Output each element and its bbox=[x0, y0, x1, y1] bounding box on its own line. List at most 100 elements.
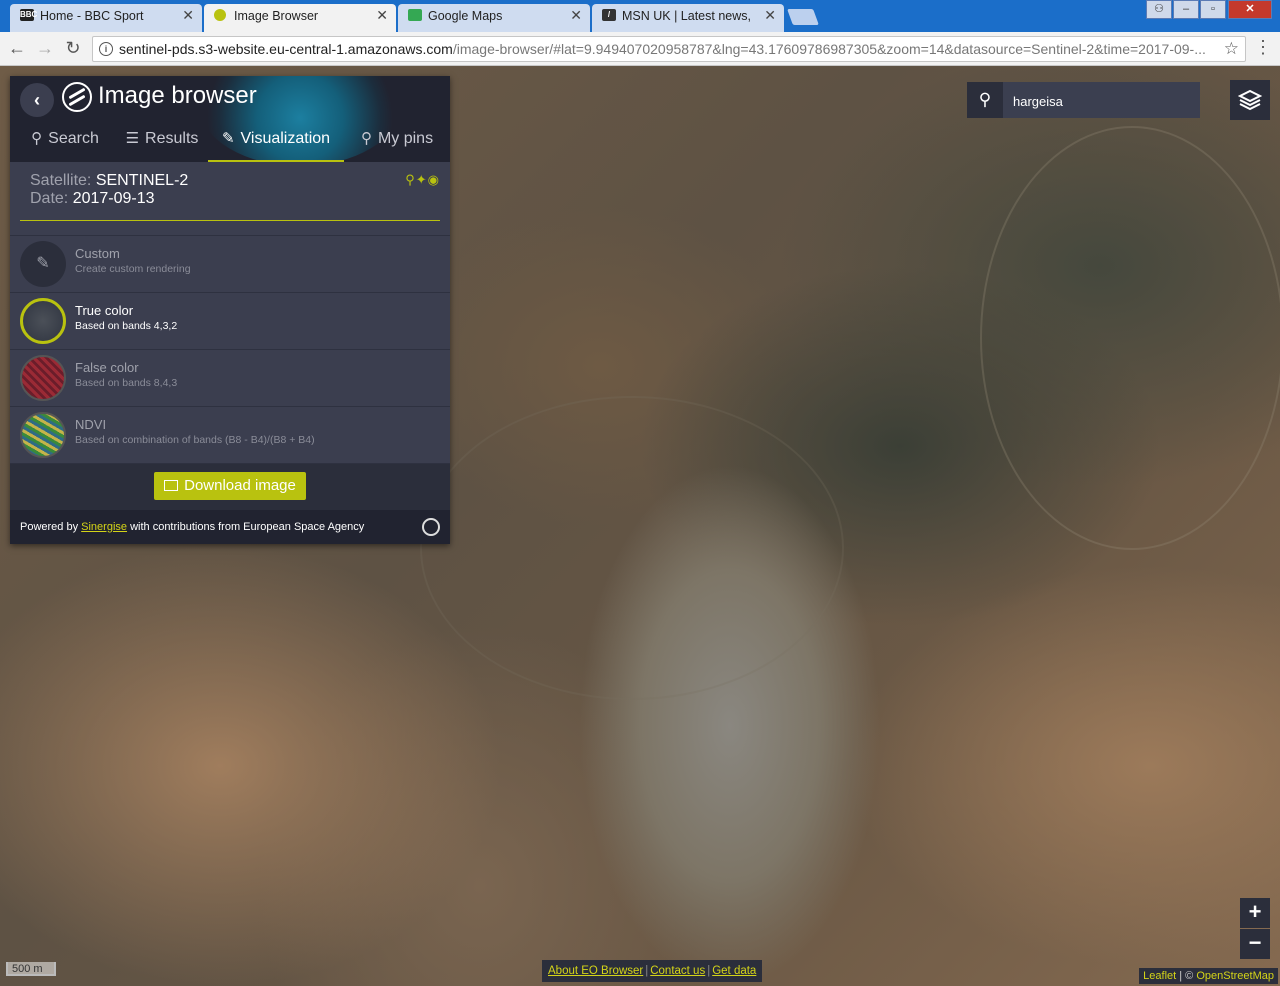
satellite-value: SENTINEL-2 bbox=[95, 172, 189, 189]
satellite-map[interactable]: ⚲ + − 500 m About EO Browser|Contact us|… bbox=[0, 66, 1280, 986]
leaflet-link[interactable]: Leaflet bbox=[1143, 970, 1176, 982]
vis-desc: Based on combination of bands (B8 - B4)/… bbox=[75, 434, 315, 446]
url-path: /image-browser/#lat=9.949407020958787&ln… bbox=[452, 41, 1206, 57]
visualization-list: ✎ Custom Create custom rendering True co… bbox=[10, 235, 450, 463]
powered-prefix: Powered by bbox=[20, 521, 79, 533]
map-road-feature bbox=[420, 396, 844, 700]
vis-false-color[interactable]: False color Based on bands 8,4,3 bbox=[10, 349, 450, 406]
tab-label: Search bbox=[48, 130, 99, 147]
tile-info: Satellite: SENTINEL-2 Date: 2017-09-13 ⚲… bbox=[20, 162, 440, 221]
minimize-button[interactable]: – bbox=[1173, 0, 1199, 19]
layers-icon bbox=[1237, 89, 1263, 110]
false-color-thumbnail bbox=[20, 355, 66, 401]
forward-arrow-icon[interactable]: → bbox=[34, 37, 56, 59]
tab-title: Home - BBC Sport bbox=[40, 9, 144, 23]
user-icon[interactable]: ⚇ bbox=[1146, 0, 1172, 19]
browser-tab-bbc[interactable]: BBC Home - BBC Sport ✕ bbox=[10, 4, 202, 32]
back-arrow-icon[interactable]: ← bbox=[6, 37, 28, 59]
pin-icon: ⚲ bbox=[360, 130, 372, 147]
browser-menu-icon[interactable]: ⋮ bbox=[1254, 37, 1272, 58]
vis-name: NDVI bbox=[75, 417, 107, 432]
vis-custom[interactable]: ✎ Custom Create custom rendering bbox=[10, 235, 450, 292]
zoom-control: + − bbox=[1240, 898, 1270, 960]
zoom-in-button[interactable]: + bbox=[1240, 898, 1270, 928]
tab-title: MSN UK | Latest news, H bbox=[622, 9, 752, 23]
brush-icon: ✎ bbox=[20, 241, 66, 287]
close-tab-icon[interactable]: ✕ bbox=[764, 4, 776, 26]
footer-links: About EO Browser | Contact us | Get data bbox=[542, 960, 763, 982]
sentinel-logo-icon bbox=[62, 82, 92, 112]
browser-tab-msn[interactable]: / MSN UK | Latest news, H ✕ bbox=[592, 4, 784, 32]
brush-icon: ✎ bbox=[221, 130, 235, 147]
contact-link[interactable]: Contact us bbox=[650, 965, 705, 977]
map-attribution: Leaflet | © OpenStreetMap bbox=[1139, 968, 1278, 984]
download-label: Download image bbox=[184, 477, 296, 494]
sentinel-icon bbox=[214, 9, 226, 21]
esa-logo-icon bbox=[422, 518, 440, 536]
scale-bar: 500 m bbox=[6, 962, 56, 976]
tab-label: Visualization bbox=[240, 130, 331, 147]
close-tab-icon[interactable]: ✕ bbox=[376, 4, 388, 26]
maximize-button[interactable]: ▫ bbox=[1200, 0, 1226, 19]
tile-actions: ⚲✦◉ bbox=[405, 172, 440, 188]
window-close-button[interactable]: ✕ bbox=[1228, 0, 1272, 19]
search-icon: ⚲ bbox=[31, 130, 43, 147]
bbc-icon: BBC bbox=[20, 9, 38, 21]
panel-tabs: ⚲ Search ☰ Results ✎ Visualization ⚲ My pins bbox=[10, 124, 450, 162]
powered-by-footer: Powered by Sinergise with contributions … bbox=[10, 510, 450, 544]
tab-results[interactable]: ☰ Results bbox=[114, 124, 210, 160]
reload-icon[interactable]: ↻ bbox=[62, 37, 84, 59]
satellite-row: Satellite: SENTINEL-2 bbox=[30, 172, 188, 190]
tab-label: Results bbox=[145, 130, 199, 147]
browser-tab-google-maps[interactable]: Google Maps ✕ bbox=[398, 4, 590, 32]
tab-title: Image Browser bbox=[234, 9, 319, 23]
vis-ndvi[interactable]: NDVI Based on combination of bands (B8 -… bbox=[10, 406, 450, 463]
browser-tabstrip: BBC Home - BBC Sport ✕ Image Browser ✕ G… bbox=[0, 0, 1280, 32]
about-link[interactable]: About EO Browser bbox=[548, 965, 643, 977]
zoom-to-tile-icon[interactable]: ⚲ bbox=[405, 172, 416, 187]
date-row: Date: 2017-09-13 bbox=[30, 190, 155, 208]
map-search-box[interactable]: ⚲ bbox=[967, 82, 1200, 118]
pin-tile-icon[interactable]: ✦ bbox=[416, 172, 428, 187]
tab-label: My pins bbox=[377, 130, 434, 147]
attribution-separator: | © bbox=[1179, 970, 1194, 982]
panel-title: Image browser bbox=[98, 82, 257, 109]
new-tab-button[interactable] bbox=[787, 9, 819, 25]
maps-icon bbox=[408, 9, 422, 21]
tab-search[interactable]: ⚲ Search bbox=[20, 124, 110, 160]
browser-toolbar: ← → ↻ i sentinel-pds.s3-website.eu-centr… bbox=[0, 32, 1280, 66]
search-icon[interactable]: ⚲ bbox=[967, 82, 1003, 118]
layers-button[interactable] bbox=[1230, 80, 1270, 120]
true-color-thumbnail bbox=[20, 298, 66, 344]
tab-my-pins[interactable]: ⚲ My pins bbox=[350, 124, 444, 160]
satellite-label: Satellite: bbox=[30, 172, 92, 189]
zoom-out-button[interactable]: − bbox=[1240, 929, 1270, 959]
image-icon bbox=[164, 480, 179, 491]
location-search-input[interactable] bbox=[1011, 90, 1195, 112]
vis-desc: Create custom rendering bbox=[75, 263, 191, 275]
msn-icon: / bbox=[602, 9, 616, 21]
close-tab-icon[interactable]: ✕ bbox=[182, 4, 194, 26]
panel-header: ‹ Image browser ⚲ Search ☰ Results ✎ Visual… bbox=[10, 76, 450, 162]
info-icon[interactable]: i bbox=[99, 42, 113, 56]
ndvi-thumbnail bbox=[20, 412, 66, 458]
browser-tab-image-browser[interactable]: Image Browser ✕ bbox=[204, 4, 396, 32]
vis-true-color[interactable]: True color Based on bands 4,3,2 bbox=[10, 292, 450, 349]
toggle-visibility-icon[interactable]: ◉ bbox=[428, 172, 440, 187]
download-image-button[interactable]: Download image bbox=[154, 472, 306, 500]
vis-name: Custom bbox=[75, 246, 120, 261]
collapse-panel-button[interactable]: ‹ bbox=[20, 83, 54, 117]
vis-desc: Based on bands 8,4,3 bbox=[75, 377, 178, 389]
close-tab-icon[interactable]: ✕ bbox=[570, 4, 582, 26]
tab-title: Google Maps bbox=[428, 9, 503, 23]
tab-visualization[interactable]: ✎ Visualization bbox=[208, 124, 344, 162]
date-label: Date: bbox=[30, 190, 69, 207]
image-browser-panel: ‹ Image browser ⚲ Search ☰ Results ✎ Visual… bbox=[10, 76, 450, 544]
get-data-link[interactable]: Get data bbox=[712, 965, 756, 977]
vis-name: False color bbox=[75, 360, 139, 375]
sinergise-link[interactable]: Sinergise bbox=[81, 521, 127, 533]
osm-link[interactable]: OpenStreetMap bbox=[1196, 970, 1274, 982]
bookmark-star-icon[interactable]: ☆ bbox=[1224, 37, 1239, 61]
powered-suffix: with contributions from European Space A… bbox=[130, 521, 365, 533]
address-bar[interactable]: i sentinel-pds.s3-website.eu-central-1.a… bbox=[92, 36, 1246, 62]
